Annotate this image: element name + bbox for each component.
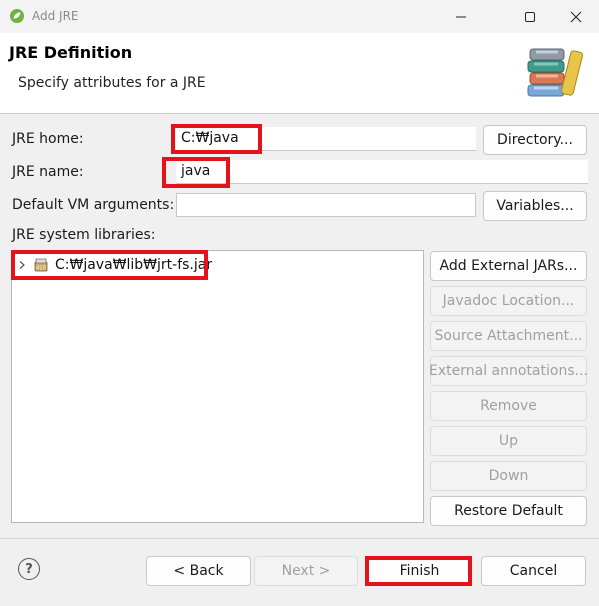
next-button[interactable]: Next > [254,556,358,586]
chevron-right-icon[interactable] [17,260,27,270]
page-description: Specify attributes for a JRE [18,75,206,91]
footer-divider [0,538,599,539]
library-books-icon [527,48,584,97]
svg-text:010: 010 [36,266,46,272]
libraries-tree[interactable]: 010 C:₩java₩lib₩jrt-fs.jar [11,250,424,523]
maximize-button[interactable] [507,0,553,33]
remove-button[interactable]: Remove [430,391,587,421]
add-external-jars-button[interactable]: Add External JARs... [430,251,587,281]
directory-button[interactable]: Directory... [483,125,587,155]
help-icon[interactable]: ? [18,558,40,580]
source-attachment-button[interactable]: Source Attachment... [430,321,587,351]
page-title: JRE Definition [9,43,133,62]
back-button[interactable]: < Back [146,556,251,586]
vm-args-input[interactable] [176,193,476,217]
title-bar: Add JRE [0,0,599,33]
minimize-icon [456,16,466,17]
libraries-label: JRE system libraries: [12,227,156,243]
wizard-header: JRE Definition Specify attributes for a … [0,33,599,114]
jre-name-label: JRE name: [12,164,84,180]
javadoc-location-button[interactable]: Javadoc Location... [430,286,587,316]
down-button[interactable]: Down [430,461,587,491]
up-button[interactable]: Up [430,426,587,456]
close-button[interactable] [553,0,599,33]
jar-file-icon: 010 [34,258,48,272]
cancel-button[interactable]: Cancel [481,556,586,586]
vm-args-label: Default VM arguments: [12,197,175,213]
maximize-icon [525,11,535,22]
add-jre-dialog: Add JRE JRE Definition Specify attribute… [0,0,599,606]
external-annotations-button[interactable]: External annotations... [429,356,588,386]
jre-home-input[interactable]: C:₩java [176,127,476,151]
restore-default-button[interactable]: Restore Default [430,496,587,526]
jre-home-label: JRE home: [12,131,84,147]
variables-button[interactable]: Variables... [483,191,587,221]
jre-name-input[interactable]: java [176,160,588,184]
window-title: Add JRE [32,9,79,23]
finish-button[interactable]: Finish [367,556,472,586]
close-icon [570,11,582,22]
spring-leaf-icon [10,9,24,23]
tree-item[interactable]: 010 C:₩java₩lib₩jrt-fs.jar [17,254,212,276]
library-path: C:₩java₩lib₩jrt-fs.jar [55,257,213,273]
minimize-button[interactable] [438,0,484,33]
